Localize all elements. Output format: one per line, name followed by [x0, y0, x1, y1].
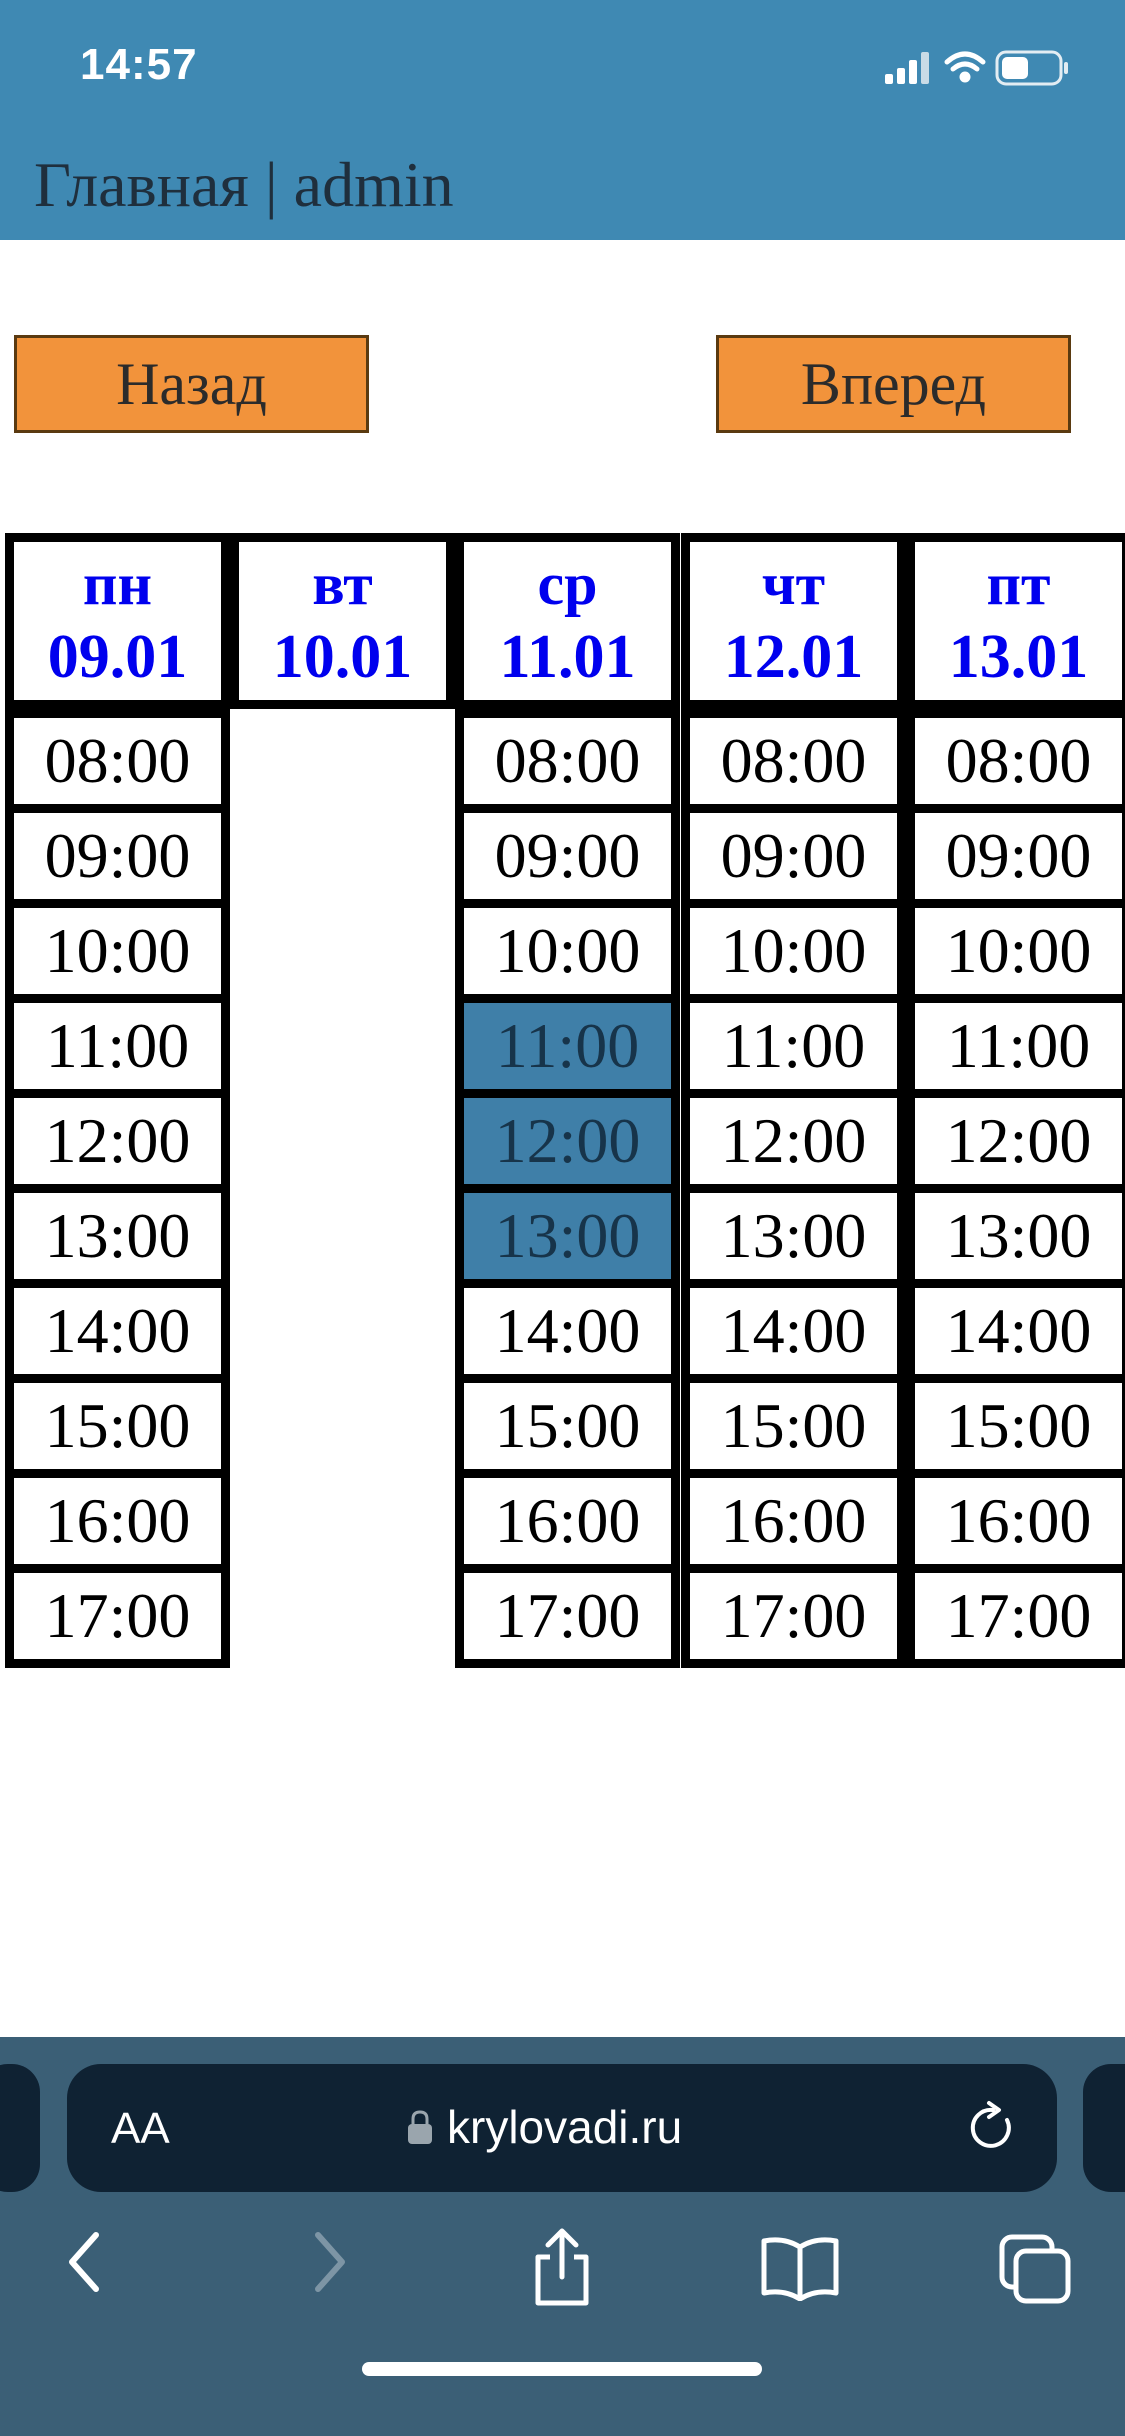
previous-tab-preview[interactable]	[0, 2064, 40, 2192]
day-date: 11.01	[499, 623, 636, 691]
time-slot[interactable]: 10:00	[681, 908, 906, 1003]
time-slot[interactable]: 09:00	[906, 813, 1125, 908]
time-slot[interactable]: 09:00	[455, 813, 680, 908]
day-date: 10.01	[272, 623, 413, 691]
time-slot[interactable]: 16:00	[455, 1478, 680, 1573]
day-header: пт 13.01	[906, 533, 1125, 709]
time-slot[interactable]: 14:00	[906, 1288, 1125, 1383]
day-header: пн 09.01	[5, 533, 230, 709]
browser-toolbar: AA krylovadi.ru	[0, 2037, 1125, 2436]
time-slot[interactable]: 11:00	[681, 1003, 906, 1098]
time-slot-list: 08:00 09:00 10:00 11:00 12:00 13:00 14:00 15:00…	[455, 709, 680, 1668]
lock-icon	[408, 2110, 432, 2144]
day-name: пн	[82, 551, 153, 617]
day-name: пт	[986, 551, 1051, 617]
time-slot[interactable]: 12:00	[681, 1098, 906, 1193]
day-column: вт 10.01	[230, 533, 455, 709]
time-slot[interactable]: 14:00	[5, 1288, 230, 1383]
time-slot[interactable]: 17:00	[5, 1573, 230, 1668]
day-column: пн 09.01 08:00 09:00 10:00 11:00 12:00 13:00 14:…	[5, 533, 230, 1668]
back-button[interactable]: Назад	[14, 335, 369, 433]
time-slot[interactable]: 14:00	[455, 1288, 680, 1383]
bookmarks-icon[interactable]	[760, 2235, 840, 2301]
day-date: 13.01	[948, 623, 1089, 691]
time-slot[interactable]: 13:00	[681, 1193, 906, 1288]
day-date: 09.01	[47, 623, 188, 691]
time-slot[interactable]: 16:00	[906, 1478, 1125, 1573]
time-slot[interactable]: 17:00	[455, 1573, 680, 1668]
time-slot[interactable]: 16:00	[5, 1478, 230, 1573]
forward-button[interactable]: Вперед	[716, 335, 1071, 433]
time-slot[interactable]: 15:00	[906, 1383, 1125, 1478]
time-slot-list: 08:00 09:00 10:00 11:00 12:00 13:00 14:00 15:00…	[906, 709, 1125, 1668]
tabs-icon[interactable]	[998, 2233, 1072, 2305]
back-arrow-icon[interactable]	[64, 2227, 104, 2297]
page-title: Главная | admin	[34, 149, 454, 220]
time-slot[interactable]: 10:00	[906, 908, 1125, 1003]
time-slot[interactable]: 16:00	[681, 1478, 906, 1573]
battery-icon	[995, 50, 1068, 86]
address-bar[interactable]: AA krylovadi.ru	[67, 2064, 1057, 2192]
time-slot[interactable]: 10:00	[455, 908, 680, 1003]
time-slot[interactable]: 08:00	[5, 709, 230, 813]
time-slot[interactable]: 12:00	[906, 1098, 1125, 1193]
next-tab-preview[interactable]	[1083, 2064, 1125, 2192]
day-date: 12.01	[723, 623, 864, 691]
day-name: чт	[761, 551, 826, 617]
time-slot[interactable]: 11:00	[906, 1003, 1125, 1098]
time-slot[interactable]: 13:00	[5, 1193, 230, 1288]
status-icons	[885, 48, 1085, 88]
time-slot[interactable]: 10:00	[5, 908, 230, 1003]
time-slot-list: 08:00 09:00 10:00 11:00 12:00 13:00 14:00 15:00…	[5, 709, 230, 1668]
time-slot[interactable]: 15:00	[455, 1383, 680, 1478]
day-header: чт 12.01	[681, 533, 906, 709]
wifi-icon	[944, 51, 986, 83]
top-bar: 14:57 Главная | admin	[0, 0, 1125, 240]
time-slot[interactable]: 13:00	[906, 1193, 1125, 1288]
forward-arrow-icon[interactable]	[310, 2227, 350, 2297]
time-slot-booked[interactable]: 11:00	[455, 1003, 680, 1098]
share-icon[interactable]	[530, 2227, 594, 2307]
time-slot[interactable]: 09:00	[5, 813, 230, 908]
day-column: ср 11.01 08:00 09:00 10:00 11:00 12:00 13:00 14:…	[455, 533, 680, 1668]
time-slot[interactable]: 17:00	[681, 1573, 906, 1668]
time-slot[interactable]: 12:00	[5, 1098, 230, 1193]
time-slot[interactable]: 08:00	[906, 709, 1125, 813]
day-name: ср	[537, 551, 598, 617]
time-slot-list: 08:00 09:00 10:00 11:00 12:00 13:00 14:00 15:00…	[681, 709, 906, 1668]
time-slot[interactable]: 17:00	[906, 1573, 1125, 1668]
home-indicator	[362, 2362, 762, 2376]
time-slot[interactable]: 08:00	[681, 709, 906, 813]
time-slot[interactable]: 08:00	[455, 709, 680, 813]
text-size-button[interactable]: AA	[111, 2104, 170, 2154]
time-slot[interactable]: 09:00	[681, 813, 906, 908]
text-size-label: AA	[111, 2104, 170, 2153]
url-text: krylovadi.ru	[447, 2101, 683, 2153]
day-header: вт 10.01	[230, 533, 455, 709]
status-time: 14:57	[80, 40, 198, 89]
time-slot[interactable]: 15:00	[5, 1383, 230, 1478]
signal-icon	[885, 52, 929, 84]
time-slot-booked[interactable]: 13:00	[455, 1193, 680, 1288]
url-display[interactable]: krylovadi.ru	[407, 2100, 682, 2154]
day-column: чт 12.01 08:00 09:00 10:00 11:00 12:00 13:00 14:…	[681, 533, 906, 1668]
day-name: вт	[312, 551, 373, 617]
time-slot-booked[interactable]: 12:00	[455, 1098, 680, 1193]
day-column: пт 13.01 08:00 09:00 10:00 11:00 12:00 13:00 14:…	[906, 533, 1125, 1668]
day-header: ср 11.01	[455, 533, 680, 709]
time-slot[interactable]: 11:00	[5, 1003, 230, 1098]
reload-icon[interactable]	[967, 2100, 1019, 2156]
time-slot[interactable]: 15:00	[681, 1383, 906, 1478]
time-slot[interactable]: 14:00	[681, 1288, 906, 1383]
